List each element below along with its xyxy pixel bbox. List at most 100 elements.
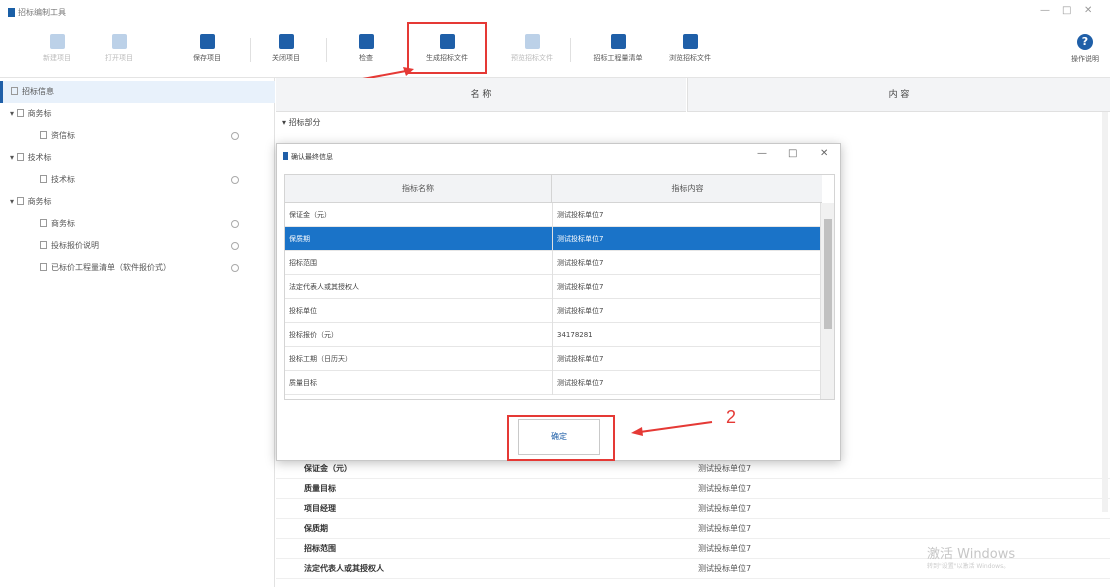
column-header-name[interactable]: 名 称: [276, 78, 686, 112]
minimize-icon[interactable]: —: [1040, 5, 1050, 16]
group-label: 招标部分: [288, 118, 321, 127]
browse-bid-file-button[interactable]: 浏览招标文件: [660, 30, 720, 72]
dialog-row[interactable]: 招标范围 测试投标单位7: [285, 251, 822, 275]
tree-item-priced-bill[interactable]: 已标价工程量清单（软件报价式）: [0, 257, 275, 279]
sidebar-tree: 招标信息 ▾ 商务标 资信标 ▾ 技术标 技术标 ▾ 商务标 商务标 投标报价说…: [0, 78, 275, 587]
tree-item-price-notes[interactable]: 投标报价说明: [0, 235, 275, 257]
dialog-row[interactable]: 投标报价（元） 34178281: [285, 323, 822, 347]
table-row[interactable]: 保证金（元） 测试投标单位7: [276, 459, 1110, 479]
confirm-button[interactable]: 确定: [518, 419, 600, 455]
help-icon: ?: [1077, 34, 1093, 50]
cell-divider: [552, 203, 553, 227]
row-name: 质量目标: [304, 484, 336, 493]
row-name: 保证金（元）: [304, 464, 352, 473]
dialog-row[interactable]: 投标工期（日历天） 测试投标单位7: [285, 347, 822, 371]
cell-divider: [552, 299, 553, 323]
dialog-row-name: 质量目标: [289, 379, 317, 387]
open-project-button[interactable]: 打开项目: [89, 30, 149, 72]
row-value[interactable]: 测试投标单位7: [698, 539, 751, 559]
dialog-scrollbar-thumb[interactable]: [824, 219, 832, 329]
row-name: 项目经理: [304, 504, 336, 513]
row-value[interactable]: 测试投标单位7: [698, 479, 751, 499]
page-icon: [40, 219, 47, 227]
check-label: 检查: [359, 54, 373, 62]
row-value[interactable]: 测试投标单位7: [698, 459, 751, 479]
dialog-close-icon[interactable]: ✕: [820, 148, 828, 159]
dialog-row[interactable]: 保证金（元） 测试投标单位7: [285, 203, 822, 227]
tree-item-commercial-child[interactable]: 商务标: [0, 213, 275, 235]
annotation-number-2: 2: [726, 407, 737, 427]
tree-item-credentials[interactable]: 资信标: [0, 125, 275, 147]
row-name: 保质期: [304, 524, 328, 533]
browse-bid-file-label: 浏览招标文件: [669, 54, 711, 62]
status-circle-icon: [231, 264, 239, 272]
dialog-row[interactable]: 投标单位 测试投标单位7: [285, 299, 822, 323]
tree-item-label: 商务标: [51, 219, 75, 228]
column-header-content[interactable]: 内 容: [687, 78, 1110, 112]
table-row[interactable]: 项目经理 测试投标单位7: [276, 499, 1110, 519]
tree-item-label: 招标信息: [22, 87, 54, 96]
tree-item-commercial[interactable]: ▾ 商务标: [0, 191, 275, 213]
dialog-app-icon: [283, 152, 288, 160]
dialog-row-selected[interactable]: 保质期 测试投标单位7: [285, 227, 822, 251]
help-button[interactable]: ? 操作说明: [1062, 30, 1108, 72]
tree-item-business[interactable]: ▾ 商务标: [0, 103, 275, 125]
maximize-icon[interactable]: □: [1062, 5, 1071, 16]
preview-bid-file-button[interactable]: 预览招标文件: [502, 30, 562, 72]
dialog-row-value[interactable]: 测试投标单位7: [557, 251, 603, 275]
dialog-row-name: 投标报价（元）: [289, 331, 338, 339]
new-project-button[interactable]: 新建项目: [27, 30, 87, 72]
dialog-column-content[interactable]: 指标内容: [553, 175, 822, 203]
table-row[interactable]: 保质期 测试投标单位7: [276, 519, 1110, 539]
dialog-row-value[interactable]: 测试投标单位7: [557, 371, 603, 395]
page-icon: [16, 197, 24, 205]
open-project-label: 打开项目: [105, 54, 133, 62]
save-project-button[interactable]: 保存项目: [177, 30, 237, 72]
row-name: 法定代表人或其授权人: [304, 564, 384, 573]
dialog-row[interactable]: 法定代表人或其授权人 测试投标单位7: [285, 275, 822, 299]
cell-divider: [552, 251, 553, 275]
status-circle-icon: [231, 132, 239, 140]
row-name: 招标范围: [304, 544, 336, 553]
dialog-row-value[interactable]: 测试投标单位7: [557, 275, 603, 299]
check-list-icon: [358, 34, 374, 49]
status-circle-icon: [231, 176, 239, 184]
tree-item-label: 已标价工程量清单（软件报价式）: [51, 263, 171, 272]
dialog-row-value[interactable]: 测试投标单位7: [557, 227, 603, 251]
row-value[interactable]: 测试投标单位7: [698, 519, 751, 539]
dialog-maximize-icon[interactable]: □: [788, 148, 797, 159]
page-icon: [40, 241, 47, 249]
dialog-row-value[interactable]: 34178281: [557, 323, 593, 347]
close-icon[interactable]: ✕: [1084, 5, 1092, 16]
tree-item-bid-info[interactable]: 招标信息: [0, 81, 275, 103]
cell-divider: [552, 371, 553, 395]
dialog-title: 确认最终信息: [291, 153, 333, 161]
help-label: 操作说明: [1071, 55, 1099, 63]
dialog-row-value[interactable]: 测试投标单位7: [557, 347, 603, 371]
tree-item-technical-child[interactable]: 技术标: [0, 169, 275, 191]
dialog-row-value[interactable]: 测试投标单位7: [557, 203, 603, 227]
dialog-row-name: 投标单位: [289, 307, 317, 315]
table-row[interactable]: 质量目标 测试投标单位7: [276, 479, 1110, 499]
dialog-row[interactable]: 质量目标 测试投标单位7: [285, 371, 822, 395]
page-icon: [16, 109, 24, 117]
dialog-column-name[interactable]: 指标名称: [285, 175, 552, 203]
file-icon: [682, 34, 698, 49]
dialog-scrollbar[interactable]: [820, 203, 834, 399]
row-value[interactable]: 测试投标单位7: [698, 499, 751, 519]
page-icon: [40, 263, 47, 271]
activation-watermark: 激活 Windows: [927, 547, 1016, 562]
tree-item-technical[interactable]: ▾ 技术标: [0, 147, 275, 169]
bill-of-quantities-button[interactable]: 招标工程量清单: [588, 30, 648, 72]
row-value[interactable]: 测试投标单位7: [698, 559, 751, 579]
dialog-minimize-icon[interactable]: —: [757, 148, 767, 159]
dialog-row-name: 保质期: [289, 235, 310, 243]
dialog-row-value[interactable]: 测试投标单位7: [557, 299, 603, 323]
group-row[interactable]: ▾ 招标部分: [276, 112, 1110, 134]
tree-item-label: 技术标: [27, 153, 52, 162]
page-icon: [40, 175, 47, 183]
main-scrollbar[interactable]: [1102, 112, 1108, 512]
confirm-info-dialog: 确认最终信息 — □ ✕ 指标名称 指标内容 保证金（元） 测试投标单位7 保质期…: [276, 143, 841, 461]
tree-item-label: 技术标: [51, 175, 75, 184]
close-project-button[interactable]: 关闭项目: [256, 30, 316, 72]
